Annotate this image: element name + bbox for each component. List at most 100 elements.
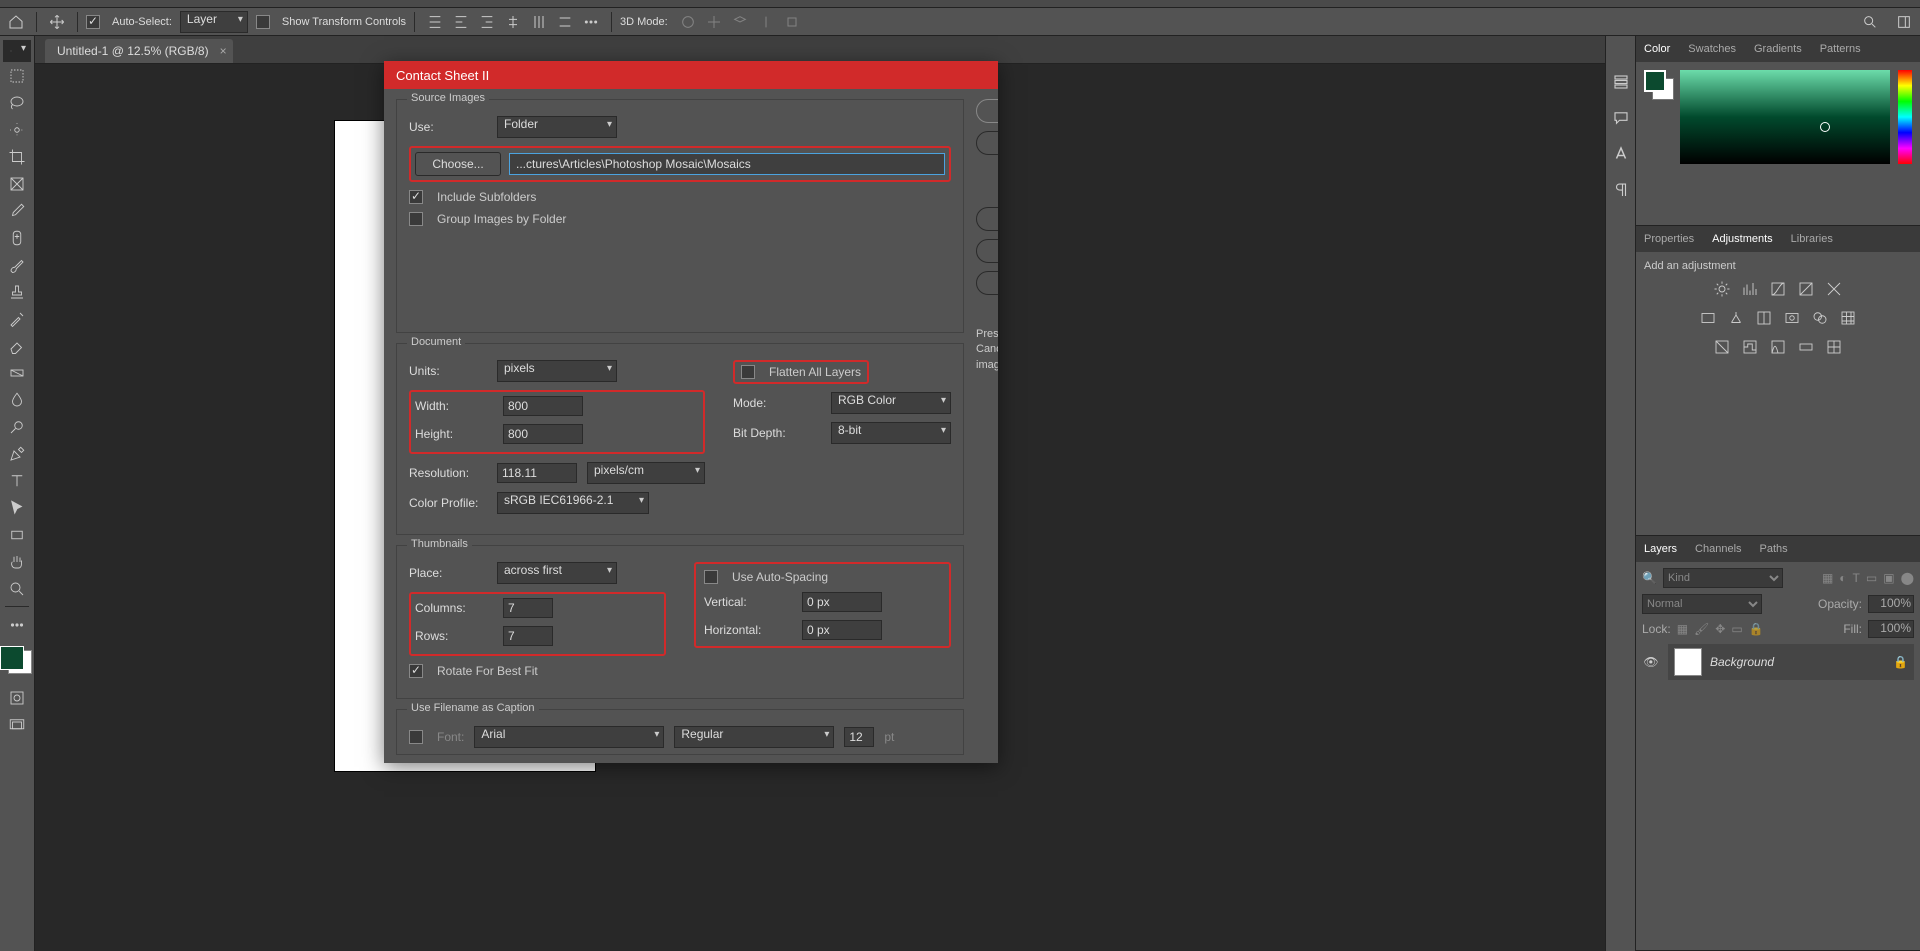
screen-mode-tool[interactable] xyxy=(3,711,31,738)
reset-button[interactable]: Reset... xyxy=(976,271,998,295)
filter-smart-icon[interactable]: ▣ xyxy=(1883,571,1894,585)
color-tab[interactable]: Color xyxy=(1642,40,1672,58)
comments-panel-icon[interactable] xyxy=(1611,108,1631,128)
character-panel-icon[interactable] xyxy=(1611,144,1631,164)
width-input[interactable] xyxy=(503,396,583,416)
color-lookup-icon[interactable] xyxy=(1839,309,1857,330)
align-icon[interactable] xyxy=(501,10,525,34)
gradient-tool[interactable] xyxy=(3,359,31,386)
flatten-layers-checkbox[interactable] xyxy=(741,365,755,379)
quick-mask-tool[interactable] xyxy=(3,684,31,711)
color-swatch-pair[interactable] xyxy=(1644,70,1672,98)
marquee-tool[interactable] xyxy=(3,62,31,89)
healing-tool[interactable] xyxy=(3,224,31,251)
dodge-tool[interactable] xyxy=(3,413,31,440)
rows-input[interactable] xyxy=(503,626,553,646)
align-icon[interactable] xyxy=(423,10,447,34)
frame-tool[interactable] xyxy=(3,170,31,197)
columns-input[interactable] xyxy=(503,598,553,618)
lock-paint-icon[interactable]: 🖌 xyxy=(1694,622,1709,636)
fill-value[interactable]: 100% xyxy=(1868,620,1914,638)
more-icon[interactable] xyxy=(579,10,603,34)
exposure-icon[interactable] xyxy=(1797,280,1815,301)
search-icon[interactable] xyxy=(1858,10,1882,34)
threshold-icon[interactable] xyxy=(1769,338,1787,359)
history-panel-icon[interactable] xyxy=(1611,72,1631,92)
document-tab[interactable]: Untitled-1 @ 12.5% (RGB/8) × xyxy=(45,39,233,63)
eyedropper-tool[interactable] xyxy=(3,197,31,224)
units-dropdown[interactable]: pixels xyxy=(497,360,617,382)
color-balance-icon[interactable] xyxy=(1727,309,1745,330)
font-size-input[interactable] xyxy=(844,727,874,747)
resolution-unit-dropdown[interactable]: pixels/cm xyxy=(587,462,705,484)
load-button[interactable]: Load... xyxy=(976,207,998,231)
quick-select-tool[interactable] xyxy=(3,116,31,143)
selective-color-icon[interactable] xyxy=(1825,338,1843,359)
lock-pos-icon[interactable]: ✥ xyxy=(1715,622,1725,636)
resolution-input[interactable] xyxy=(497,463,577,483)
cancel-button[interactable]: Cancel xyxy=(976,131,998,155)
color-swatches[interactable] xyxy=(0,642,34,676)
photo-filter-icon[interactable] xyxy=(1783,309,1801,330)
crop-tool[interactable] xyxy=(3,143,31,170)
vertical-input[interactable] xyxy=(802,592,882,612)
stamp-tool[interactable] xyxy=(3,278,31,305)
hue-sat-icon[interactable] xyxy=(1699,309,1717,330)
blend-mode-select[interactable]: Normal xyxy=(1642,594,1762,614)
layer-row-background[interactable]: Background 🔒 xyxy=(1668,644,1914,680)
folder-path-input[interactable]: ...ctures\Articles\Photoshop Mosaic\Mosa… xyxy=(509,153,945,175)
auto-select-layer-dropdown[interactable]: Layer xyxy=(180,11,248,33)
zoom-tool[interactable] xyxy=(3,575,31,602)
close-tab-icon[interactable]: × xyxy=(220,44,227,58)
include-subfolders-checkbox[interactable] xyxy=(409,190,423,204)
move-tool[interactable] xyxy=(3,40,31,62)
bit-depth-dropdown[interactable]: 8-bit xyxy=(831,422,951,444)
color-profile-dropdown[interactable]: sRGB IEC61966-2.1 xyxy=(497,492,649,514)
show-transform-checkbox[interactable] xyxy=(256,15,270,29)
edit-toolbar[interactable] xyxy=(3,611,31,638)
filter-pixel-icon[interactable]: ▦ xyxy=(1822,571,1833,585)
ok-button[interactable]: OK xyxy=(976,99,998,123)
properties-tab[interactable]: Properties xyxy=(1642,230,1696,248)
hand-tool[interactable] xyxy=(3,548,31,575)
lock-icon[interactable]: 🔒 xyxy=(1893,655,1908,669)
paragraph-panel-icon[interactable] xyxy=(1611,180,1631,200)
filter-adjust-icon[interactable]: ◐ xyxy=(1839,571,1846,585)
layer-visibility-icon[interactable]: 👁 xyxy=(1642,655,1660,669)
move-tool-icon[interactable] xyxy=(45,10,69,34)
levels-icon[interactable] xyxy=(1741,280,1759,301)
align-icon[interactable] xyxy=(553,10,577,34)
use-dropdown[interactable]: Folder xyxy=(497,116,617,138)
blur-tool[interactable] xyxy=(3,386,31,413)
horizontal-input[interactable] xyxy=(802,620,882,640)
font-checkbox[interactable] xyxy=(409,730,423,744)
choose-button[interactable]: Choose... xyxy=(415,152,501,176)
save-button[interactable]: Save... xyxy=(976,239,998,263)
brightness-icon[interactable] xyxy=(1713,280,1731,301)
align-icon[interactable] xyxy=(527,10,551,34)
place-dropdown[interactable]: across first xyxy=(497,562,617,584)
vibrance-icon[interactable] xyxy=(1825,280,1843,301)
libraries-tab[interactable]: Libraries xyxy=(1789,230,1835,248)
filter-shape-icon[interactable]: ▭ xyxy=(1866,571,1877,585)
align-icon[interactable] xyxy=(475,10,499,34)
font-family-dropdown[interactable]: Arial xyxy=(474,726,664,748)
filter-toggle[interactable]: ⬤ xyxy=(1901,571,1914,585)
paths-tab[interactable]: Paths xyxy=(1758,540,1790,558)
brush-tool[interactable] xyxy=(3,251,31,278)
rotate-best-fit-checkbox[interactable] xyxy=(409,664,423,678)
align-icon[interactable] xyxy=(449,10,473,34)
lasso-tool[interactable] xyxy=(3,89,31,116)
rectangle-tool[interactable] xyxy=(3,521,31,548)
patterns-tab[interactable]: Patterns xyxy=(1818,40,1863,58)
type-tool[interactable] xyxy=(3,467,31,494)
lock-all-icon[interactable]: 🔒 xyxy=(1749,622,1764,636)
filter-type-icon[interactable]: T xyxy=(1853,571,1860,585)
opacity-value[interactable]: 100% xyxy=(1868,595,1914,613)
invert-icon[interactable] xyxy=(1713,338,1731,359)
eraser-tool[interactable] xyxy=(3,332,31,359)
mode-dropdown[interactable]: RGB Color xyxy=(831,392,951,414)
bw-icon[interactable] xyxy=(1755,309,1773,330)
gradients-tab[interactable]: Gradients xyxy=(1752,40,1804,58)
font-style-dropdown[interactable]: Regular xyxy=(674,726,834,748)
